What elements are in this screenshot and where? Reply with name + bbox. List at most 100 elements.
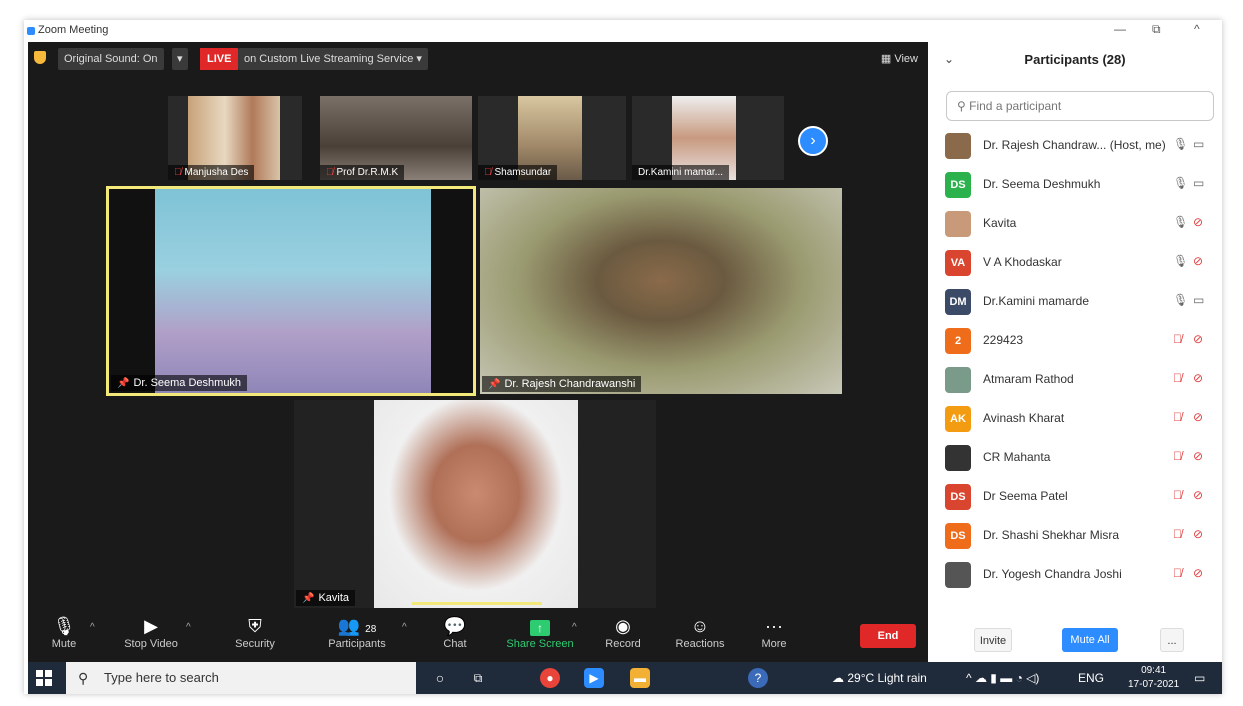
smiley-icon: ☺ [690,616,710,636]
system-clock[interactable]: 09:41 17-07-2021 [1128,664,1179,692]
camera-off-icon[interactable]: ⊘ [1193,215,1203,229]
participant-row[interactable]: 2 229423 🎙̸ ⊘ [928,321,1222,360]
participant-row[interactable]: AK Avinash Kharat 🎙̸ ⊘ [928,399,1222,438]
view-label: View [894,53,918,65]
video-tile[interactable]: 📌 Kavita [294,400,656,608]
maximize-button[interactable]: ⧉ [1152,22,1161,37]
mute-button[interactable]: 🎙 Mute [46,616,82,650]
stop-video-button[interactable]: ▶ Stop Video [120,616,182,650]
participant-row[interactable]: Dr. Yogesh Chandra Joshi 🎙̸ ⊘ [928,555,1222,594]
share-screen-button[interactable]: ↑ Share Screen [504,616,576,650]
end-meeting-button[interactable]: End [860,624,916,648]
zoom-app-icon[interactable]: ▶ [584,668,604,688]
participants-button[interactable]: 👥 28 Participants [322,616,392,650]
cortana-icon[interactable]: ○ [430,668,450,688]
notifications-icon[interactable]: ▭ [1194,671,1205,685]
participants-panel: ⌄ Participants (28) ⚲ Find a participant… [928,42,1222,662]
video-tile-active-speaker[interactable]: 📌 Dr. Seema Deshmukh [106,186,476,396]
participant-search-input[interactable]: ⚲ Find a participant [946,91,1214,121]
camera-off-icon[interactable]: ⊘ [1193,488,1203,502]
thumbnail-name-label: 🎙̸ Shamsundar [478,165,558,180]
system-tray-icons[interactable]: ^ ☁ ▮ ▬ ◔ ◁) [966,671,1039,685]
reactions-label: Reactions [675,638,725,650]
participant-row[interactable]: DM Dr.Kamini mamarde 🎙 ▭ [928,282,1222,321]
language-indicator[interactable]: ENG [1078,671,1104,685]
collapse-button[interactable]: ^ [1194,22,1200,36]
camera-off-icon[interactable]: ⊘ [1193,371,1203,385]
microphone-icon[interactable]: 🎙 [1173,215,1188,229]
zoom-logo-icon [27,27,35,35]
camera-off-icon[interactable]: ⊘ [1193,332,1203,346]
streaming-service-dropdown[interactable]: on Custom Live Streaming Service ▾ [238,48,428,70]
view-button[interactable]: ▦ View [881,52,918,65]
video-camera-icon[interactable]: ▭ [1193,176,1204,190]
camera-off-icon[interactable]: ⊘ [1193,410,1203,424]
mute-all-button[interactable]: Mute All [1062,628,1118,652]
chat-button[interactable]: 💬 Chat [440,616,470,650]
next-page-button[interactable]: › [798,126,828,156]
microphone-icon[interactable]: 🎙 [1173,176,1188,190]
mic-off-icon[interactable]: 🎙̸ [1173,527,1182,541]
camera-off-icon[interactable]: ⊘ [1193,527,1203,541]
file-explorer-icon[interactable]: ▬ [630,668,650,688]
microphone-icon[interactable]: 🎙 [1173,254,1188,268]
microphone-icon[interactable]: 🎙 [1173,293,1188,307]
mic-off-icon[interactable]: 🎙̸ [1173,410,1182,424]
chrome-icon[interactable]: ● [540,668,560,688]
mic-off-icon: 🎙̸ [484,167,492,178]
mic-off-icon[interactable]: 🎙̸ [1173,488,1182,502]
more-options-button[interactable]: ... [1160,628,1184,652]
camera-off-icon[interactable]: ⊘ [1193,449,1203,463]
participant-row[interactable]: Kavita 🎙 ⊘ [928,204,1222,243]
participant-thumbnail[interactable]: 🎙̸ Manjusha Des [168,96,302,180]
share-options-caret[interactable]: ^ [572,622,577,633]
reactions-button[interactable]: ☺ Reactions [672,616,728,650]
participants-options-caret[interactable]: ^ [402,622,407,633]
participant-row[interactable]: VA V A Khodaskar 🎙 ⊘ [928,243,1222,282]
participant-thumbnail[interactable]: Dr.Kamini mamar... [632,96,784,180]
mute-label: Mute [51,638,77,650]
more-button[interactable]: ··· More [756,616,792,650]
security-button[interactable]: ⛨ Security [230,616,280,650]
streaming-service-label: on Custom Live Streaming Service [244,53,414,65]
mic-off-icon[interactable]: 🎙̸ [1173,332,1182,346]
original-sound-dropdown[interactable]: ▾ [172,48,188,70]
invite-button[interactable]: Invite [974,628,1012,652]
participant-thumbnail[interactable]: 🎙̸ Shamsundar [478,96,626,180]
thumbnail-name-label: 🎙̸ Prof Dr.R.M.K [320,165,405,180]
microphone-icon[interactable]: 🎙 [1173,137,1188,151]
video-tile[interactable]: 📌 Dr. Rajesh Chandrawanshi [480,188,842,394]
mic-off-icon[interactable]: 🎙̸ [1173,449,1182,463]
help-icon[interactable]: ? [748,668,768,688]
participant-row[interactable]: DS Dr. Seema Deshmukh 🎙 ▭ [928,165,1222,204]
task-view-icon[interactable]: ⧉ [468,668,488,688]
video-camera-icon[interactable]: ▭ [1193,293,1204,307]
participant-name: Atmaram Rathod [983,372,1074,386]
chat-label: Chat [443,638,467,650]
audio-options-caret[interactable]: ^ [90,622,95,633]
participant-row[interactable]: DS Dr. Shashi Shekhar Misra 🎙̸ ⊘ [928,516,1222,555]
weather-widget[interactable]: ☁ 29°C Light rain [832,671,927,685]
windows-start-icon[interactable] [36,670,52,686]
participant-thumbnail[interactable]: 🎙̸ Prof Dr.R.M.K [320,96,472,180]
camera-off-icon[interactable]: ⊘ [1193,254,1203,268]
camera-off-icon[interactable]: ⊘ [1193,566,1203,580]
participant-row[interactable]: Atmaram Rathod 🎙̸ ⊘ [928,360,1222,399]
mic-off-icon[interactable]: 🎙̸ [1173,566,1182,580]
video-area: Original Sound: On ▾ LIVE on Custom Live… [28,42,928,662]
security-shield-icon[interactable] [34,51,46,64]
participant-row[interactable]: CR Mahanta 🎙̸ ⊘ [928,438,1222,477]
record-label: Record [605,638,641,650]
participant-avatar: DS [945,484,971,510]
speaking-indicator [412,602,542,605]
participant-row[interactable]: Dr. Rajesh Chandraw... (Host, me) 🎙 ▭ [928,126,1222,165]
participant-row[interactable]: DS Dr Seema Patel 🎙̸ ⊘ [928,477,1222,516]
mic-off-icon[interactable]: 🎙̸ [1173,371,1182,385]
record-button[interactable]: ◉ Record [602,616,644,650]
video-options-caret[interactable]: ^ [186,622,191,633]
taskbar-search-input[interactable]: ⚲ Type here to search [66,662,416,694]
minimize-button[interactable]: — [1114,22,1126,36]
search-icon: ⚲ [957,99,966,113]
original-sound-button[interactable]: Original Sound: On [58,48,164,70]
video-camera-icon[interactable]: ▭ [1193,137,1204,151]
